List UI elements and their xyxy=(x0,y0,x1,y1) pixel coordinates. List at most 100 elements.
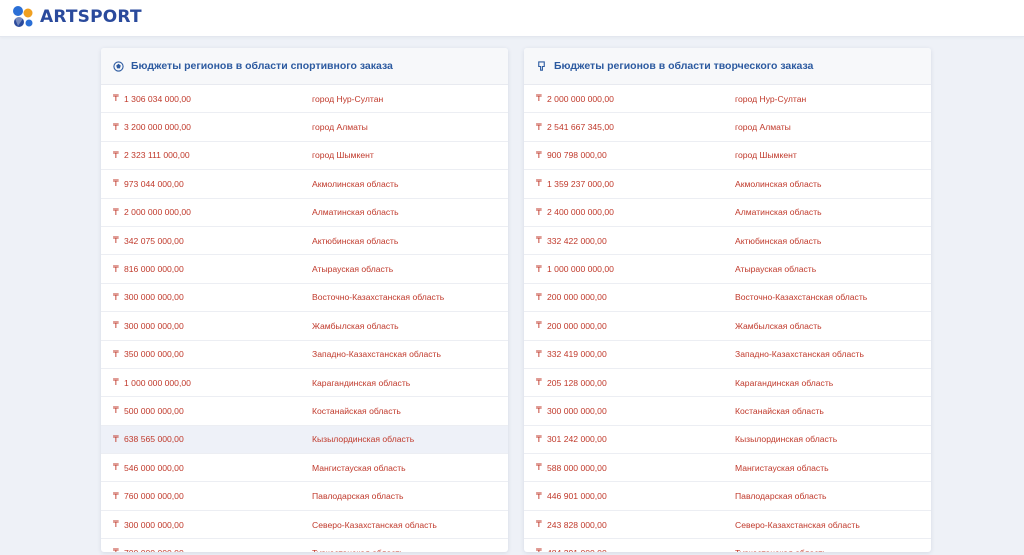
region-name: Кызылординская область xyxy=(312,434,415,445)
region-name: Западно-Казахстанская область xyxy=(312,349,441,360)
tenge-icon: ₸ xyxy=(536,547,542,552)
list-item: ₸ 332 422 000,00 Актюбинская область xyxy=(524,227,931,256)
list-item: ₸ 300 000 000,00 Жамбылская область xyxy=(101,312,508,341)
creative-panel-title: Бюджеты регионов в области творческого з… xyxy=(554,60,814,72)
list-item: ₸ 1 000 000 000,00 Карагандинская область xyxy=(101,369,508,398)
list-item: ₸ 2 541 667 345,00 город Алматы xyxy=(524,113,931,142)
region-name: Кызылординская область xyxy=(735,434,838,445)
tenge-icon: ₸ xyxy=(536,519,542,530)
sport-budget-panel: Бюджеты регионов в области спортивного з… xyxy=(101,48,508,552)
list-item: ₸ 300 000 000,00 Северо-Казахстанская обла… xyxy=(101,511,508,540)
list-item: ₸ 2 323 111 000,00 город Шымкент xyxy=(101,142,508,171)
budget-amount: 816 000 000,00 xyxy=(124,264,184,275)
list-item: ₸ 300 000 000,00 Костанайская область xyxy=(524,397,931,426)
list-item: ₸ 3 200 000 000,00 город Алматы xyxy=(101,113,508,142)
budget-amount: 588 000 000,00 xyxy=(547,462,607,473)
tenge-icon: ₸ xyxy=(536,490,542,501)
region-name: город Нур-Султан xyxy=(735,93,807,104)
budget-amount: 243 828 000,00 xyxy=(547,519,607,530)
list-item: ₸ 205 128 000,00 Карагандинская область xyxy=(524,369,931,398)
tenge-icon: ₸ xyxy=(113,206,119,217)
budget-amount: 342 075 000,00 xyxy=(124,235,184,246)
region-name: Павлодарская область xyxy=(312,491,404,502)
sport-panel-title: Бюджеты регионов в области спортивного з… xyxy=(131,60,393,72)
region-name: Актюбинская область xyxy=(735,235,822,246)
budget-amount: 205 128 000,00 xyxy=(547,377,607,388)
sport-budget-list: ₸ 1 306 034 000,00 город Нур-Султан ₸ 3 200 … xyxy=(101,85,508,552)
list-item: ₸ 342 075 000,00 Актюбинская область xyxy=(101,227,508,256)
budget-amount: 546 000 000,00 xyxy=(124,462,184,473)
brand-logo[interactable]: ARTSPORT xyxy=(10,4,142,30)
budget-amount: 300 000 000,00 xyxy=(124,292,184,303)
list-item: ₸ 546 000 000,00 Мангистауская область xyxy=(101,454,508,483)
list-item: ₸ 332 419 000,00 Западно-Казахстанская обл… xyxy=(524,341,931,369)
budget-amount: 760 000 000,00 xyxy=(124,491,184,502)
budget-amount: 301 242 000,00 xyxy=(547,434,607,445)
budget-amount: 2 000 000 000,00 xyxy=(124,207,191,218)
tenge-icon: ₸ xyxy=(536,206,542,217)
budget-amount: 200 000 000,00 xyxy=(547,292,607,303)
budget-amount: 2 541 667 345,00 xyxy=(547,122,614,133)
tenge-icon: ₸ xyxy=(113,348,119,359)
region-name: Жамбылская область xyxy=(312,320,399,331)
region-name: Актюбинская область xyxy=(312,235,399,246)
budget-amount: 350 000 000,00 xyxy=(124,349,184,360)
tenge-icon: ₸ xyxy=(536,235,542,246)
region-name: город Шымкент xyxy=(312,150,374,161)
list-item: ₸ 300 000 000,00 Восточно-Казахстанская об… xyxy=(101,284,508,313)
budget-amount: 484 291 000,00 xyxy=(547,548,607,552)
list-item: ₸ 973 044 000,00 Акмолинская область xyxy=(101,170,508,199)
creative-budget-panel: Бюджеты регионов в области творческого з… xyxy=(524,48,931,552)
list-item: ₸ 243 828 000,00 Северо-Казахстанская обла… xyxy=(524,511,931,540)
region-name: город Алматы xyxy=(312,122,368,133)
list-item: ₸ 1 306 034 000,00 город Нур-Султан xyxy=(101,85,508,114)
list-item: ₸ 484 291 000,00 Туркестанская область xyxy=(524,539,931,552)
tenge-icon: ₸ xyxy=(536,149,542,160)
list-item: ₸ 2 000 000 000,00 Алматинская область xyxy=(101,199,508,227)
budget-amount: 900 798 000,00 xyxy=(547,150,607,161)
budget-amount: 446 901 000,00 xyxy=(547,491,607,502)
list-item: ₸ 1 000 000 000,00 Атырауская область xyxy=(524,255,931,284)
list-item: ₸ 816 000 000,00 Атырауская область xyxy=(101,255,508,284)
tenge-icon: ₸ xyxy=(113,320,119,331)
region-name: Карагандинская область xyxy=(312,377,411,388)
budget-amount: 973 044 000,00 xyxy=(124,178,184,189)
tenge-icon: ₸ xyxy=(113,462,119,473)
tenge-icon: ₸ xyxy=(113,490,119,501)
budget-amount: 2 323 111 000,00 xyxy=(124,150,190,161)
tenge-icon: ₸ xyxy=(113,121,119,132)
artsport-logo-icon xyxy=(13,6,33,27)
list-item: ₸ 2 400 000 000,00 Алматинская область xyxy=(524,199,931,227)
tenge-icon: ₸ xyxy=(536,263,542,274)
budget-amount: 500 000 000,00 xyxy=(124,405,184,416)
tenge-icon: ₸ xyxy=(536,377,542,388)
region-name: Атырауская область xyxy=(312,264,394,275)
brush-icon xyxy=(538,60,545,71)
budget-amount: 700 000 000,00 xyxy=(124,548,184,552)
budget-amount: 1 000 000 000,00 xyxy=(124,377,191,388)
region-name: Восточно-Казахстанская область xyxy=(312,292,445,303)
region-name: Костанайская область xyxy=(735,405,824,416)
budget-amount: 3 200 000 000,00 xyxy=(124,122,191,133)
creative-panel-header: Бюджеты регионов в области творческого з… xyxy=(524,48,931,85)
region-name: Мангистауская область xyxy=(312,462,406,473)
budget-amount: 300 000 000,00 xyxy=(547,405,607,416)
tenge-icon: ₸ xyxy=(113,263,119,274)
tenge-icon: ₸ xyxy=(536,121,542,132)
budget-amount: 332 419 000,00 xyxy=(547,349,607,360)
list-item: ₸ 301 242 000,00 Кызылординская область xyxy=(524,426,931,455)
region-name: город Шымкент xyxy=(735,150,797,161)
list-item: ₸ 760 000 000,00 Павлодарская область xyxy=(101,482,508,511)
tenge-icon: ₸ xyxy=(536,320,542,331)
tenge-icon: ₸ xyxy=(536,433,542,444)
creative-budget-list: ₸ 2 000 000 000,00 город Нур-Султан ₸ 2 541 … xyxy=(524,85,931,552)
region-name: Алматинская область xyxy=(735,207,822,218)
list-item: ₸ 900 798 000,00 город Шымкент xyxy=(524,142,931,171)
region-name: Западно-Казахстанская область xyxy=(735,349,864,360)
tenge-icon: ₸ xyxy=(113,405,119,416)
region-name: Северо-Казахстанская область xyxy=(735,519,860,530)
tenge-icon: ₸ xyxy=(536,348,542,359)
budget-amount: 2 000 000 000,00 xyxy=(547,93,614,104)
region-name: Атырауская область xyxy=(735,264,817,275)
budget-amount: 638 565 000,00 xyxy=(124,434,184,445)
